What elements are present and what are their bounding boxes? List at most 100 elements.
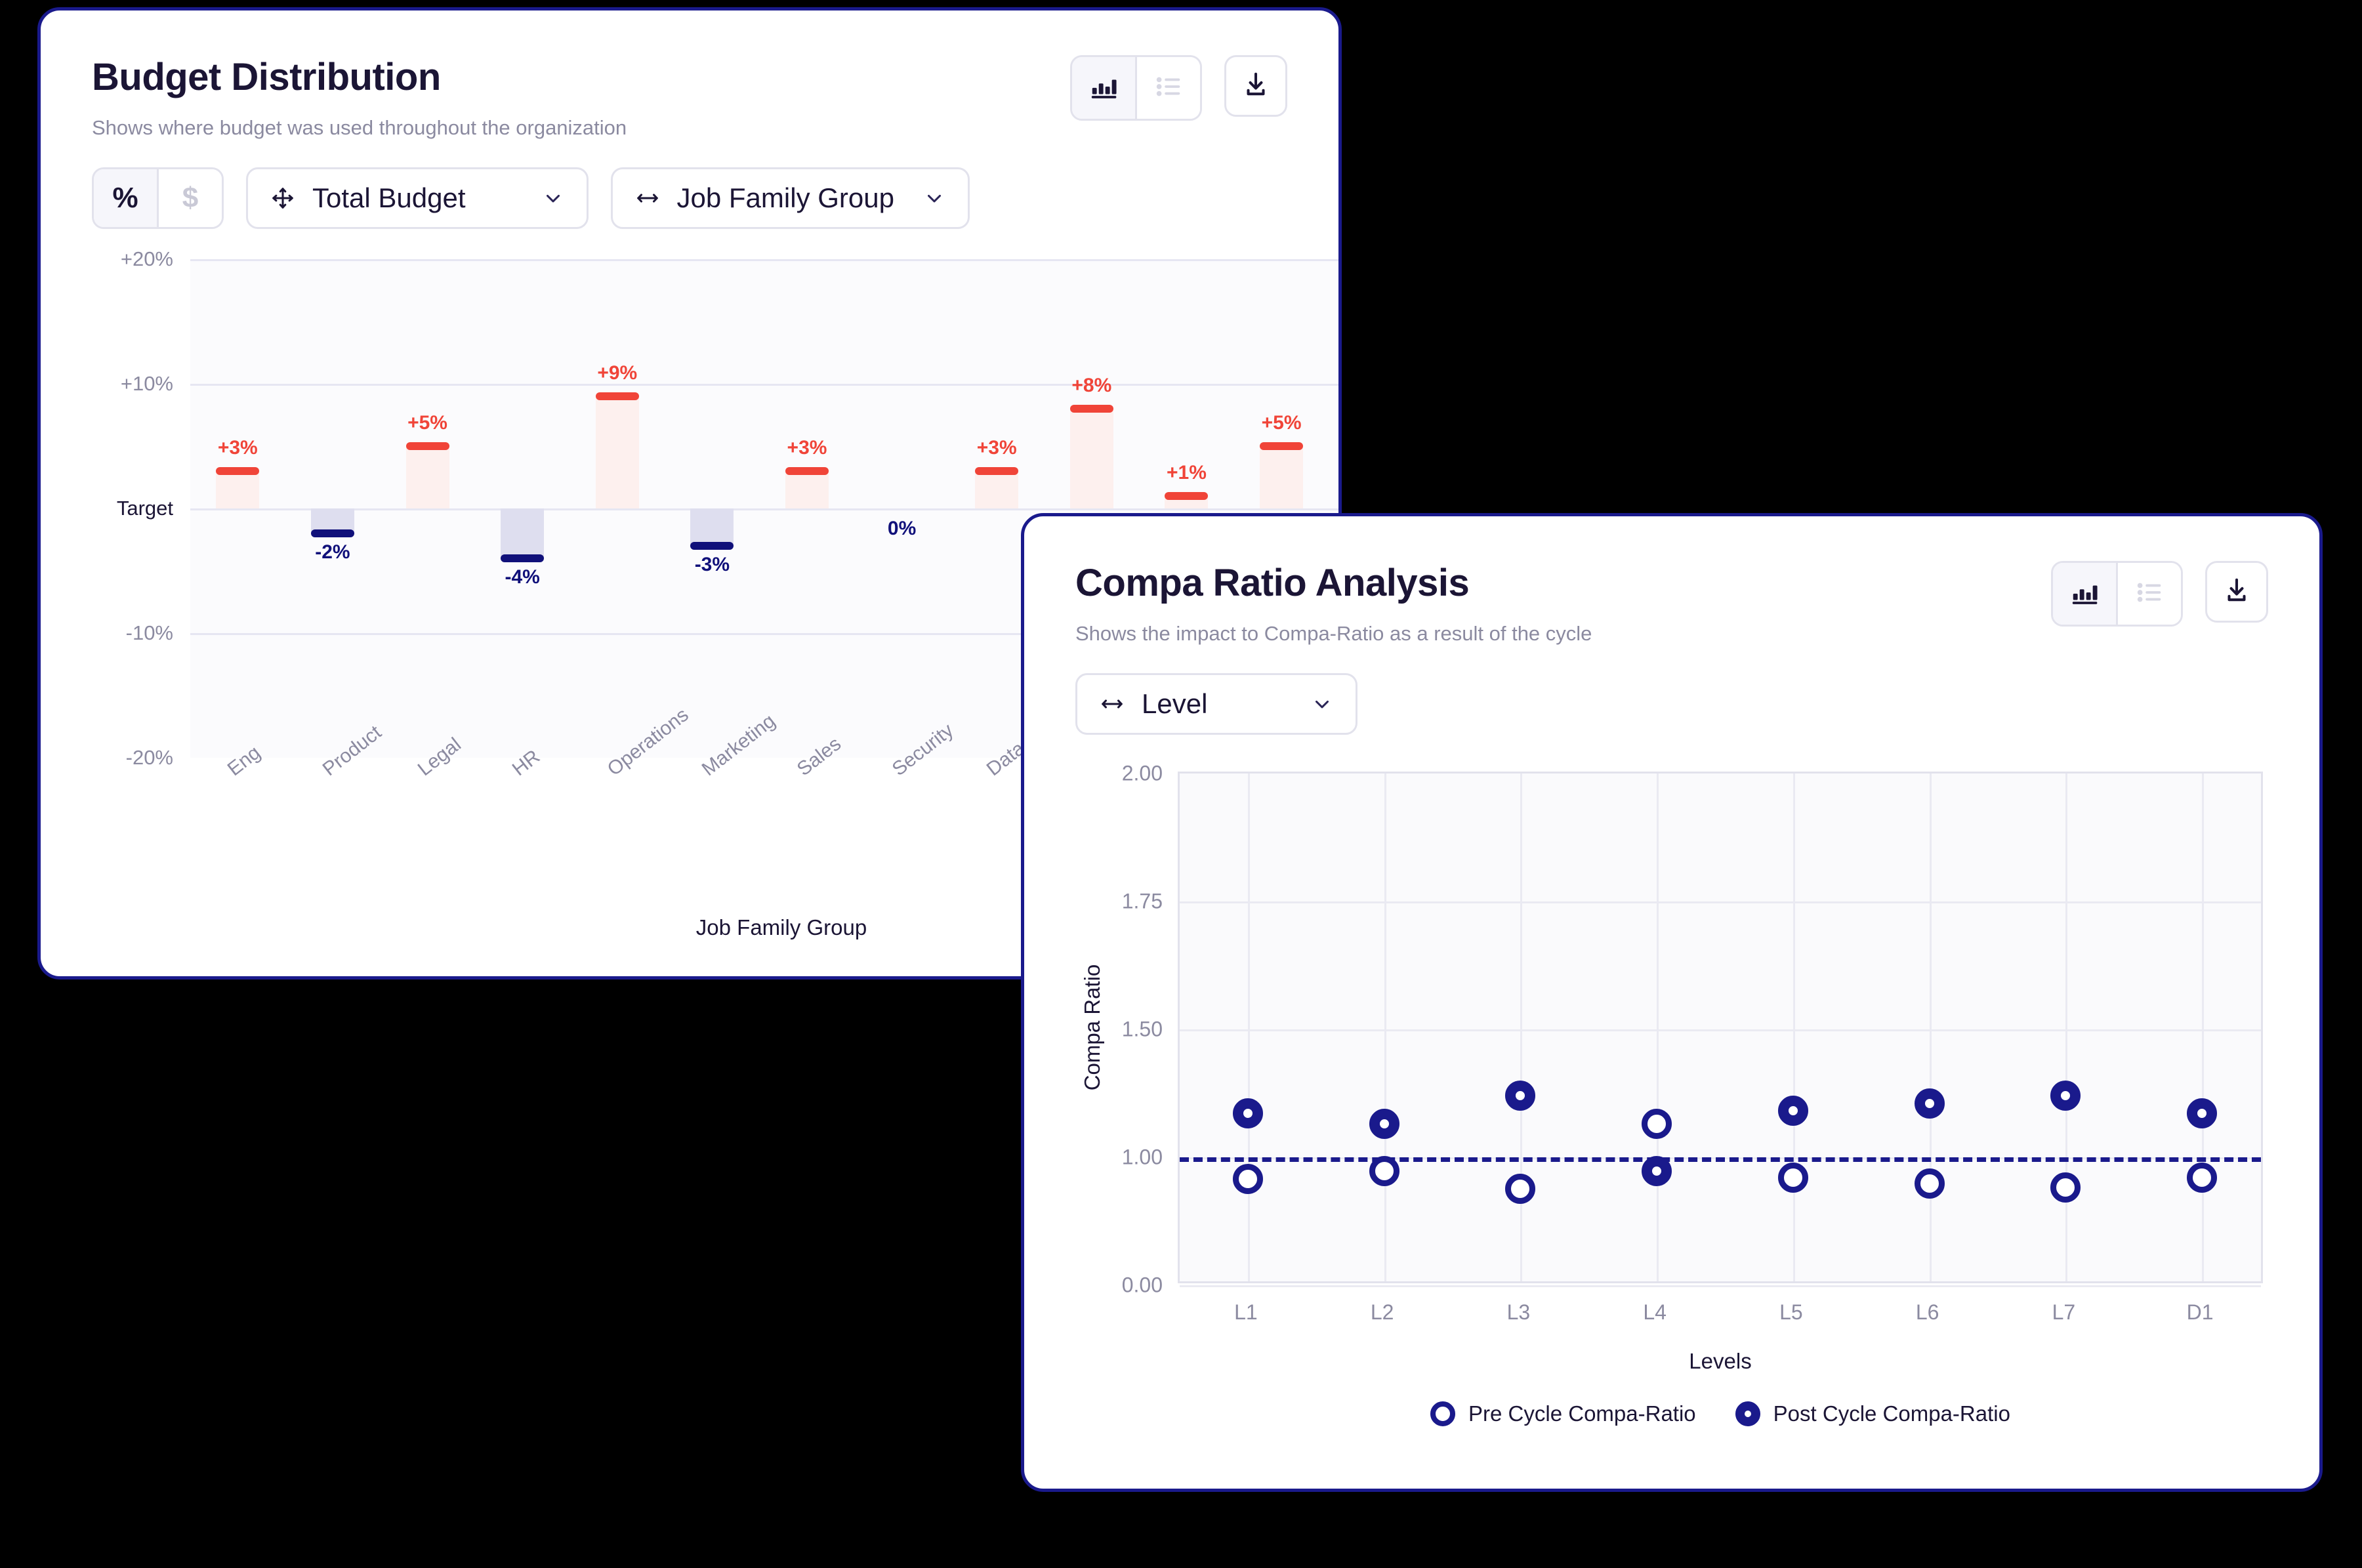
chevron-down-icon xyxy=(923,187,945,209)
budget-bar-cap xyxy=(785,466,829,475)
compa-data-point[interactable] xyxy=(1777,1162,1808,1193)
budget-bar-value: +8% xyxy=(1071,374,1112,396)
compa-x-tick-label: L3 xyxy=(1506,1300,1531,1324)
compa-data-point[interactable] xyxy=(1232,1163,1263,1194)
legend-marker-pre xyxy=(1430,1401,1456,1426)
compa-gridline xyxy=(1180,901,2261,903)
compa-data-point[interactable] xyxy=(1642,1108,1672,1139)
compa-x-tick-label: L2 xyxy=(1370,1300,1394,1324)
download-button[interactable] xyxy=(1224,55,1287,117)
legend-label: Post Cycle Compa-Ratio xyxy=(1773,1401,2010,1426)
compa-data-point[interactable] xyxy=(1369,1108,1399,1139)
compa-x-tick-label: L5 xyxy=(1779,1300,1803,1324)
budget-gridline xyxy=(190,508,1338,510)
unit-toggle[interactable]: % $ xyxy=(92,167,224,229)
compa-data-point[interactable] xyxy=(1369,1155,1399,1186)
budget-bar-value: +1% xyxy=(1167,461,1207,484)
chevron-down-icon xyxy=(1311,693,1333,715)
list-icon xyxy=(2134,577,2165,611)
compa-data-point[interactable] xyxy=(2050,1172,2081,1203)
legend-marker-post xyxy=(1735,1401,1760,1426)
budget-bar-fill xyxy=(405,445,449,508)
legend-item[interactable]: Pre Cycle Compa-Ratio xyxy=(1430,1401,1696,1426)
compa-download-button[interactable] xyxy=(2205,561,2268,623)
compa-group-by-select[interactable]: Level xyxy=(1075,672,1357,735)
group-by-select-label: Job Family Group xyxy=(676,182,894,213)
percent-toggle-button[interactable]: % xyxy=(94,169,157,227)
budget-bar-cap xyxy=(595,392,639,400)
budget-bar-fill xyxy=(785,470,829,508)
chart-view-button[interactable] xyxy=(1072,57,1135,119)
download-icon xyxy=(2222,575,2252,609)
budget-bar-cap xyxy=(310,529,354,537)
compa-vertical-gridline xyxy=(2065,773,2068,1281)
budget-bar-cap xyxy=(501,554,545,562)
budget-bar-fill xyxy=(216,470,260,508)
compa-data-point[interactable] xyxy=(1777,1096,1808,1126)
budget-bar-cap xyxy=(1165,491,1209,500)
list-view-button[interactable] xyxy=(1137,57,1200,119)
compa-y-tick-label: 1.00 xyxy=(1121,1145,1163,1169)
compa-x-tick-label: D1 xyxy=(2186,1300,2214,1324)
chevron-down-icon xyxy=(542,187,564,209)
compa-x-tick-label: L4 xyxy=(1643,1300,1667,1324)
budget-bar-cap xyxy=(1069,404,1113,413)
budget-bar-value: +5% xyxy=(1261,411,1302,434)
move-arrows-icon xyxy=(270,186,295,211)
compa-group-by-label: Level xyxy=(1142,688,1208,719)
budget-bar-fill xyxy=(975,470,1019,508)
compa-data-point[interactable] xyxy=(2187,1162,2218,1193)
group-by-select[interactable]: Job Family Group xyxy=(610,167,970,229)
budget-bar-value: +3% xyxy=(217,436,258,459)
compa-data-point[interactable] xyxy=(1505,1174,1536,1205)
budget-gridline xyxy=(190,258,1338,261)
budget-y-tick-label: -10% xyxy=(125,621,173,644)
compa-y-tick-label: 0.00 xyxy=(1121,1273,1163,1297)
compa-ratio-chart: Compa Ratio 2.00 1.75 1.50 1.00 0.00 Levels … xyxy=(1075,761,2268,1428)
compa-chart-view-button[interactable] xyxy=(2053,563,2116,625)
compa-data-point[interactable] xyxy=(1505,1080,1536,1111)
budget-bar-cap xyxy=(690,541,734,550)
compa-x-axis-title: Levels xyxy=(1689,1348,1752,1373)
compa-data-point[interactable] xyxy=(1914,1088,1945,1119)
budget-bar-value: -2% xyxy=(315,541,350,563)
compa-view-mode-toggle[interactable] xyxy=(2051,561,2183,627)
budget-bar-fill xyxy=(595,396,639,508)
compa-list-view-button[interactable] xyxy=(2118,563,2181,625)
download-icon xyxy=(1241,70,1271,103)
budget-bar-value: +5% xyxy=(407,411,447,434)
budget-bar-cap xyxy=(216,466,260,475)
compa-ratio-panel: Compa Ratio Analysis Shows the impact to… xyxy=(1021,513,2323,1492)
bar-chart-icon xyxy=(1088,72,1119,105)
dollar-toggle-button[interactable]: $ xyxy=(159,169,222,227)
compa-vertical-gridline xyxy=(1520,773,1523,1281)
compa-x-tick-label: L1 xyxy=(1234,1300,1258,1324)
view-mode-toggle[interactable] xyxy=(1070,55,1202,121)
compa-x-tick-label: L7 xyxy=(2052,1300,2076,1324)
compa-legend: Pre Cycle Compa-Ratio Post Cycle Compa-Ra… xyxy=(1178,1401,2263,1426)
compa-vertical-gridline xyxy=(1657,773,1659,1281)
budget-gridline xyxy=(190,383,1338,386)
compa-y-tick-label: 1.50 xyxy=(1121,1017,1163,1041)
compa-y-tick-label: 1.75 xyxy=(1121,889,1163,913)
compa-vertical-gridline xyxy=(1792,773,1795,1281)
compa-data-point[interactable] xyxy=(1232,1098,1263,1129)
compa-data-point[interactable] xyxy=(1914,1168,1945,1199)
compa-vertical-gridline xyxy=(1929,773,1932,1281)
compa-vertical-gridline xyxy=(1384,773,1386,1281)
budget-bar-value: -3% xyxy=(694,553,730,575)
compa-vertical-gridline xyxy=(1247,773,1250,1281)
compa-data-point[interactable] xyxy=(2187,1098,2218,1129)
budget-y-tick-label: +10% xyxy=(120,371,173,395)
metric-select[interactable]: Total Budget xyxy=(246,167,589,229)
budget-bar-value: 0% xyxy=(887,517,917,539)
compa-data-point[interactable] xyxy=(2050,1080,2081,1111)
arrows-horizontal-icon xyxy=(635,186,660,211)
budget-y-tick-label: Target xyxy=(116,496,173,520)
budget-y-tick-label: +20% xyxy=(120,247,173,270)
budget-controls: % $ Total Budget Job Family Group xyxy=(92,167,1287,229)
compa-vertical-gridline xyxy=(2202,773,2205,1281)
legend-item[interactable]: Post Cycle Compa-Ratio xyxy=(1735,1401,2010,1426)
compa-data-point[interactable] xyxy=(1642,1155,1672,1186)
compa-controls: Level xyxy=(1075,672,2268,735)
